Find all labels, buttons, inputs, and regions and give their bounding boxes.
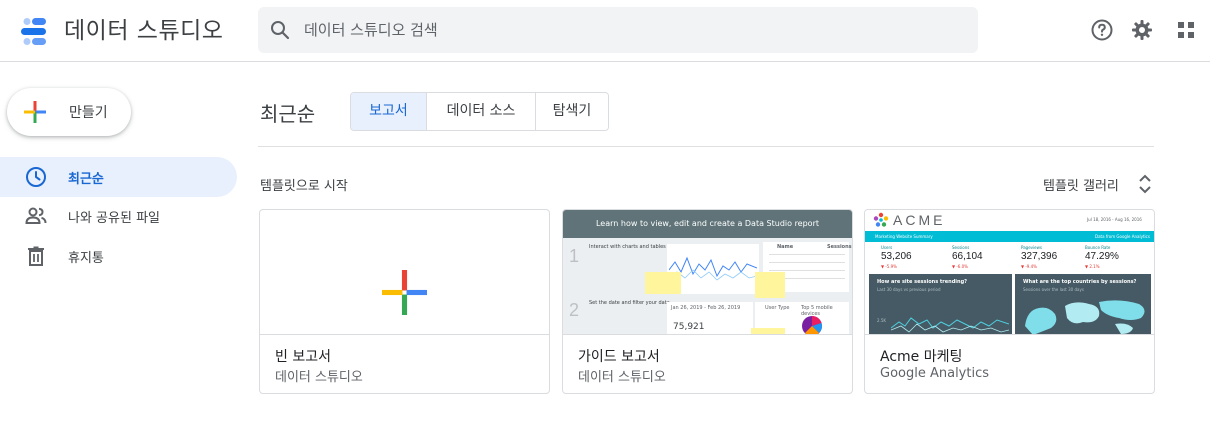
metric-delta: ▼ -9.4% — [1021, 264, 1037, 269]
acme-metric: Bounce Rate 47.29% ▼ 2.1% — [1085, 242, 1151, 274]
acme-title-bar: Marketing Website Summary Data from Goog… — [865, 231, 1154, 242]
acme-metric: Users 53,206 ▼ -5.9% — [881, 242, 947, 274]
table-header: Name — [777, 244, 794, 250]
axis-tick: 2.5K — [877, 318, 886, 323]
settings-icon[interactable] — [1130, 18, 1154, 42]
metric-label: Users — [881, 245, 893, 250]
card-source: Google Analytics — [880, 366, 990, 381]
app-title: 데이터 스튜디오 — [64, 18, 224, 44]
card-title: Acme 마케팅 — [880, 349, 963, 365]
acme-country-panel: What are the top countries by sessions? … — [1015, 274, 1151, 334]
plus-icon — [24, 101, 46, 123]
template-card-guide[interactable]: Learn how to view, edit and create a Dat… — [562, 209, 853, 394]
pie-chart — [802, 316, 822, 334]
metric-label: Bounce Rate — [1085, 245, 1111, 250]
metric-value: 327,396 — [1021, 251, 1058, 262]
sidebar-item-label: 최근순 — [68, 172, 104, 187]
table-header: Sessions — [827, 244, 852, 250]
metric-value: 66,104 — [952, 251, 983, 262]
thumb-banner-text: Learn how to view, edit and create a Dat… — [595, 219, 819, 228]
card-source: 데이터 스튜디오 — [578, 370, 666, 385]
template-gallery-button[interactable]: 템플릿 갤러리 — [1043, 172, 1155, 196]
thumb-banner: Learn how to view, edit and create a Dat… — [563, 210, 852, 238]
sidebar-item-label: 휴지통 — [68, 251, 104, 266]
search-input[interactable] — [304, 7, 964, 53]
apps-grid-icon[interactable] — [1174, 18, 1198, 42]
panel-title: What are the top countries by sessions? — [1023, 279, 1137, 285]
template-card-blank[interactable]: 빈 보고서 데이터 스튜디오 — [259, 209, 550, 394]
people-icon — [25, 207, 47, 224]
acme-metric: Sessions 66,104 ▼ -6.0% — [952, 242, 1018, 274]
plus-icon — [382, 270, 427, 315]
acme-bar-left: Marketing Website Summary — [875, 234, 933, 239]
acme-trend-panel: How are site sessions trending? Last 30 … — [869, 274, 1012, 334]
world-map — [1025, 300, 1145, 334]
acme-bar-right: Data from Google Analytics — [1095, 234, 1150, 239]
panel-title: How are site sessions trending? — [877, 279, 968, 285]
card-thumbnail — [260, 210, 549, 335]
card-title: 가이드 보고서 — [578, 349, 660, 365]
metric-value: 47.29% — [1085, 251, 1119, 262]
sidebar-item-label: 나와 공유된 파일 — [68, 211, 160, 226]
sidebar-item-trash[interactable]: 휴지통 — [0, 236, 237, 276]
sidebar-item-shared[interactable]: 나와 공유된 파일 — [0, 196, 237, 236]
metric-label: Sessions — [952, 245, 970, 250]
acme-brand: ACME — [893, 212, 946, 228]
metric-delta: ▼ -5.9% — [881, 264, 897, 269]
thumb-scorecard: Jan 26, 2019 - Feb 26, 2019 75,921 — [667, 302, 753, 334]
tab-reports[interactable]: 보고서 — [351, 93, 427, 130]
acme-date-range: Jul 18, 2016 - Aug 16, 2016 — [1087, 217, 1142, 222]
step-number: 1 — [569, 246, 580, 266]
card-source: 데이터 스튜디오 — [275, 370, 363, 385]
create-button-label: 만들기 — [69, 105, 108, 121]
metric-label: Pageviews — [1021, 245, 1042, 250]
trash-icon — [28, 246, 44, 266]
clock-icon — [26, 167, 46, 187]
date-range: Jan 26, 2019 - Feb 26, 2019 — [671, 305, 741, 311]
sidebar-item-recent[interactable]: 최근순 — [0, 157, 237, 197]
data-studio-logo-icon[interactable] — [18, 16, 50, 48]
tab-data-sources[interactable]: 데이터 소스 — [427, 93, 536, 130]
panel-subtitle: Sessions over the last 30 days — [1023, 287, 1084, 292]
step-title: Interact with charts and tables — [589, 244, 666, 250]
acme-logo-icon — [873, 212, 889, 227]
section-divider — [258, 146, 1154, 147]
tab-explorer[interactable]: 탐색기 — [536, 93, 608, 130]
content-type-tabs: 보고서 데이터 소스 탐색기 — [350, 92, 609, 131]
legend-title: User Type — [765, 305, 790, 311]
search-box[interactable] — [258, 7, 978, 53]
metric-delta: ▼ 2.1% — [1085, 264, 1100, 269]
search-icon[interactable] — [268, 18, 292, 42]
scorecard-value: 75,921 — [673, 322, 705, 332]
trend-line — [669, 256, 757, 281]
acme-trend-line — [891, 317, 1009, 333]
page-title: 최근순 — [260, 102, 316, 126]
thumb-body: 1 Interact with charts and tables Name S… — [563, 238, 852, 334]
acme-metric: Pageviews 327,396 ▼ -9.4% — [1021, 242, 1087, 274]
card-thumbnail: Learn how to view, edit and create a Dat… — [563, 210, 852, 335]
panel-subtitle: Last 30 days vs previous period — [877, 287, 941, 292]
metric-value: 53,206 — [881, 251, 912, 262]
template-gallery-label: 템플릿 갤러리 — [1043, 179, 1119, 194]
step-title: Set the date and filter your data — [589, 300, 670, 306]
card-thumbnail: ACME Jul 18, 2016 - Aug 16, 2016 Marketi… — [865, 210, 1154, 335]
template-card-acme[interactable]: ACME Jul 18, 2016 - Aug 16, 2016 Marketi… — [864, 209, 1155, 394]
card-title: 빈 보고서 — [275, 349, 331, 365]
step-number: 2 — [569, 300, 580, 320]
expand-arrows-icon — [1139, 174, 1151, 194]
sticky-note — [755, 272, 785, 298]
sticky-note — [645, 272, 681, 294]
sticky-note — [751, 328, 785, 334]
templates-heading: 템플릿으로 시작 — [260, 179, 348, 194]
help-icon[interactable] — [1090, 18, 1114, 42]
acme-top-bar: ACME Jul 18, 2016 - Aug 16, 2016 — [865, 210, 1154, 231]
app-header: 데이터 스튜디오 — [0, 0, 1210, 62]
metric-delta: ▼ -6.0% — [952, 264, 968, 269]
create-button[interactable]: 만들기 — [7, 88, 131, 136]
